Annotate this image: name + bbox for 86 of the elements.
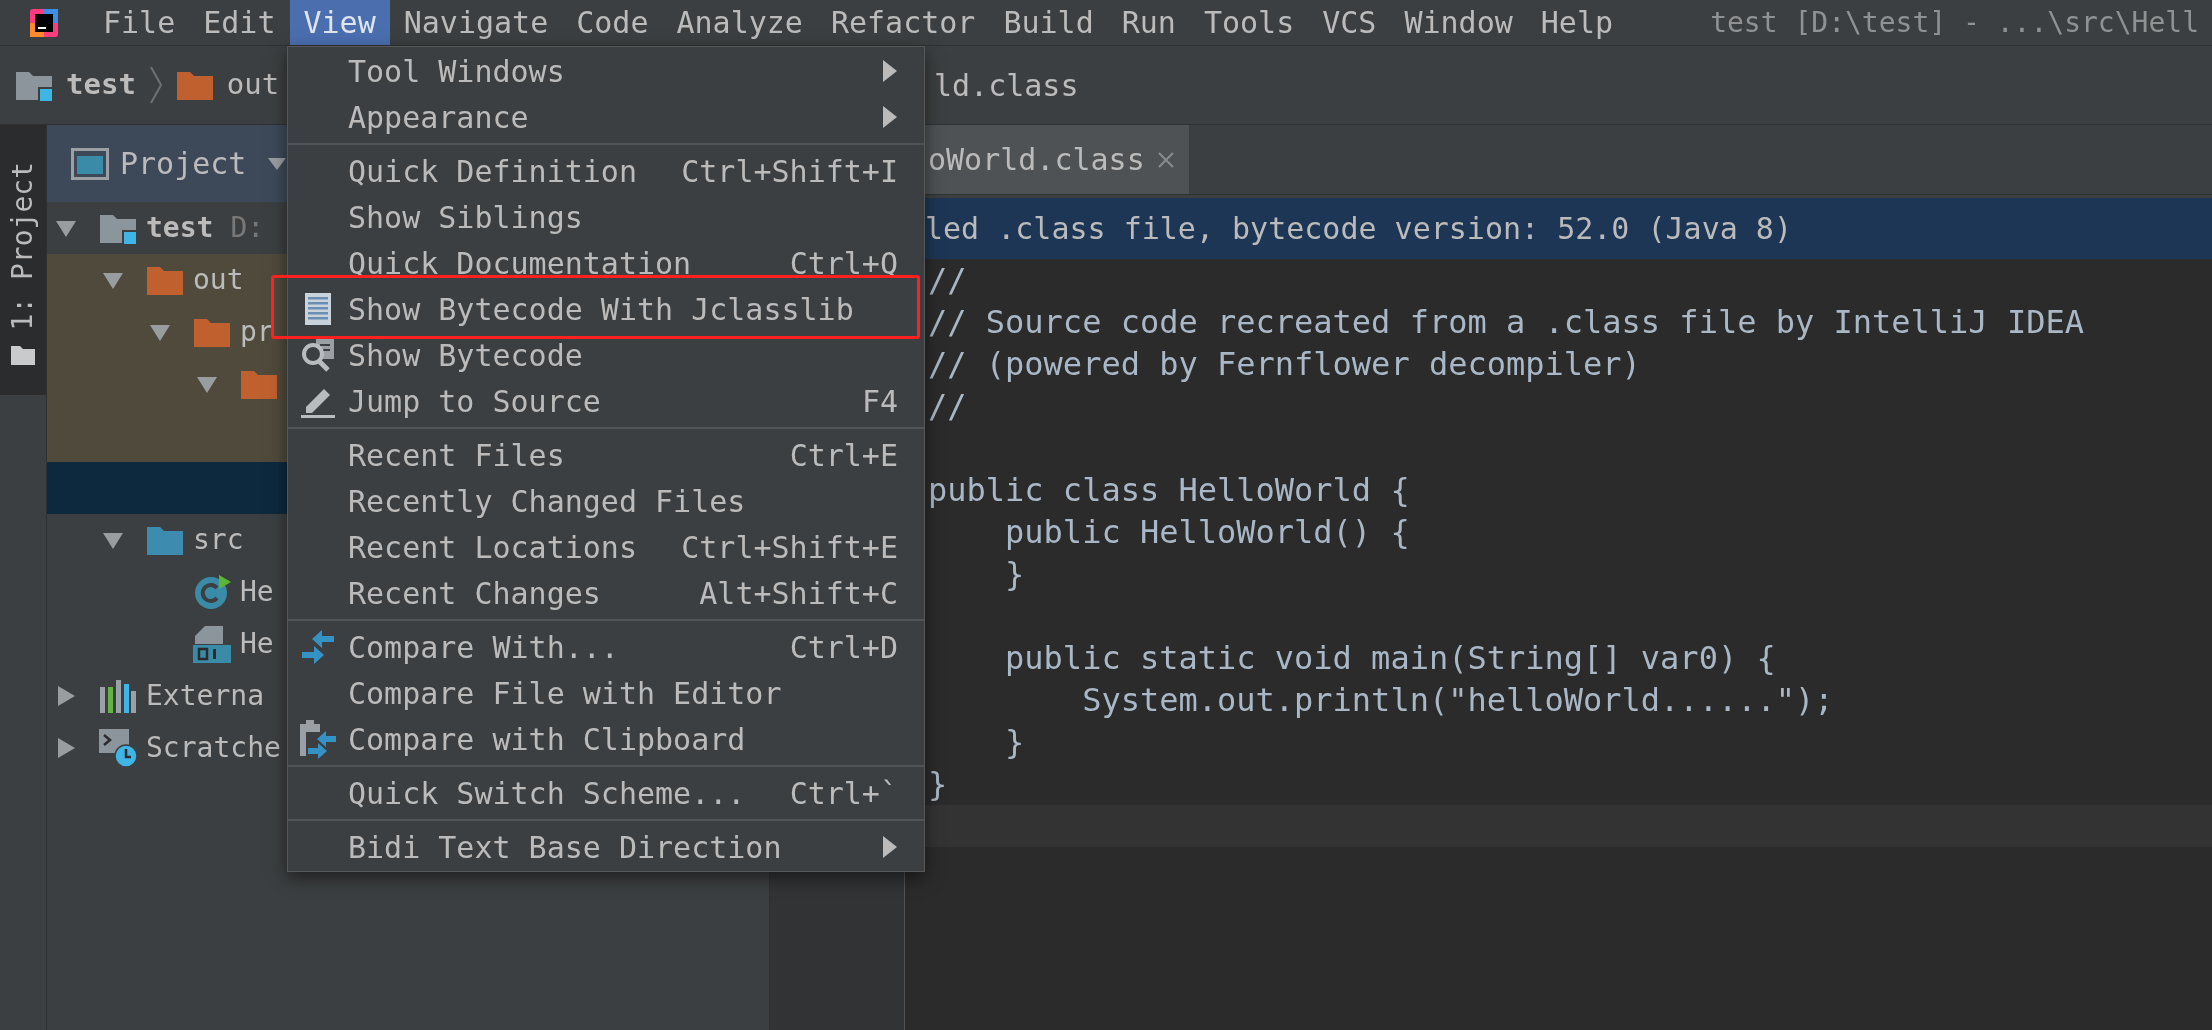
menu-item[interactable]: Compare with Clipboard	[288, 716, 924, 762]
menu-bar-item[interactable]: Help	[1526, 0, 1628, 45]
code-line: // (powered by Fernflower decompiler)	[927, 344, 1642, 385]
dropdown-caret-icon[interactable]	[268, 157, 287, 170]
menu-item[interactable]: Quick Switch Scheme... Ctrl+`	[288, 770, 924, 816]
menu-bar-item[interactable]: Analyze	[662, 0, 817, 45]
submenu-arrow-icon	[882, 835, 898, 859]
clipboard-arrows-icon	[298, 719, 338, 759]
shortcut-label: Ctrl+Shift+E	[681, 528, 898, 567]
menu-item[interactable]: Compare With... Ctrl+D	[288, 624, 924, 670]
menu-bar-item[interactable]: Window	[1390, 0, 1527, 45]
collapse-arrow-icon[interactable]	[56, 218, 76, 238]
tree-item-label[interactable]: He	[240, 571, 274, 613]
breadcrumb-item[interactable]: test	[66, 63, 136, 107]
tree-item-label[interactable]: He	[240, 623, 274, 665]
chevron-icon	[148, 65, 163, 105]
code-line: }	[927, 764, 949, 805]
code-line: public HelloWorld() {	[1004, 512, 1411, 553]
class-icon	[193, 573, 231, 611]
tree-item-label[interactable]: test	[146, 207, 214, 249]
close-icon[interactable]	[1156, 150, 1175, 169]
tree-item-label[interactable]: out	[193, 259, 244, 301]
magnifier-document-icon	[300, 337, 336, 373]
code-line: }	[1004, 722, 1026, 763]
code-line: // Source code recreated from a .class file by IntelliJ IDEA	[927, 302, 2085, 343]
shortcut-label: Alt+Shift+C	[699, 574, 898, 613]
tree-item-label[interactable]: Scratche	[146, 727, 281, 769]
shortcut-label: Ctrl+Shift+I	[681, 152, 898, 191]
path-hint: D:	[230, 210, 265, 246]
collapse-arrow-icon[interactable]	[103, 270, 123, 290]
collapse-arrow-icon[interactable]	[197, 374, 217, 394]
menu-item[interactable]: Jump to Source F4	[288, 378, 924, 424]
menu-item[interactable]: Recent Changes Alt+Shift+C	[288, 570, 924, 616]
collapse-arrow-icon[interactable]	[103, 530, 123, 550]
menu-bar-item[interactable]: Refactor	[816, 0, 990, 45]
binary-document-icon	[305, 293, 331, 325]
window-icon	[71, 147, 109, 180]
code-line: }	[1004, 554, 1026, 595]
menu-bar-item[interactable]: View	[289, 0, 390, 45]
code-line: //	[927, 386, 968, 427]
window-title: test [D:\test] - ...\src\Hell	[1710, 4, 2200, 41]
menu-bar-item[interactable]: File	[89, 0, 190, 45]
submenu-arrow-icon	[882, 59, 898, 83]
menu-bar-item[interactable]: Tools	[1189, 0, 1309, 45]
submenu-arrow-icon	[882, 105, 898, 129]
menu-bar-item[interactable]: Navigate	[389, 0, 563, 45]
menu-bar-item[interactable]: Code	[562, 0, 663, 45]
code-line: //	[927, 260, 968, 301]
code-line: public class HelloWorld {	[927, 470, 1411, 511]
shortcut-label: Ctrl+D	[789, 628, 898, 667]
menu-item[interactable]: Show Bytecode With Jclasslib	[288, 286, 924, 332]
menu-bar-item[interactable]: VCS	[1308, 0, 1391, 45]
expand-arrow-icon[interactable]	[56, 686, 76, 706]
menu-bar-item[interactable]: Run	[1107, 0, 1190, 45]
menu-item[interactable]: Recently Changed Files	[288, 478, 924, 524]
shortcut-label: F4	[861, 382, 898, 421]
menu-item[interactable]: Appearance	[288, 94, 924, 140]
expand-arrow-icon[interactable]	[56, 738, 76, 758]
tree-item-label[interactable]: pr	[240, 311, 274, 353]
menu-bar-item[interactable]: Build	[989, 0, 1108, 45]
tool-window-tab[interactable]: 1: Project	[0, 125, 46, 395]
menu-bar-item[interactable]: Edit	[189, 0, 290, 45]
tree-item-label[interactable]: Externa	[146, 675, 264, 717]
arrows-icon	[300, 629, 336, 665]
menu-item[interactable]: Compare File with Editor	[288, 670, 924, 716]
menu-item[interactable]: Recent Files Ctrl+E	[288, 432, 924, 478]
menu-item[interactable]: Tool Windows	[288, 48, 924, 94]
menu-item[interactable]: Recent Locations Ctrl+Shift+E	[288, 524, 924, 570]
code-line: public static void main(String[] var0) {	[1004, 638, 1777, 679]
breadcrumb-item[interactable]: ld.class	[934, 62, 1079, 108]
shortcut-label: Ctrl+E	[789, 436, 898, 475]
code-line: System.out.println("helloWorld......");	[1081, 680, 1835, 721]
editor-tab[interactable]: oWorld.class	[925, 125, 1189, 194]
collapse-arrow-icon[interactable]	[150, 322, 170, 342]
binary-file-icon	[193, 625, 231, 663]
library-icon	[99, 679, 137, 713]
shortcut-label: Ctrl+`	[789, 774, 898, 813]
folder-icon	[11, 345, 35, 365]
menu-item[interactable]: Quick Definition Ctrl+Shift+I	[288, 148, 924, 194]
terminal-clock-icon	[98, 728, 138, 768]
app-logo-icon[interactable]	[30, 8, 58, 37]
breadcrumb-item[interactable]: out	[226, 63, 280, 107]
panel-title: Project	[120, 145, 247, 183]
tree-item-label[interactable]: src	[193, 519, 244, 561]
menu-item[interactable]: Bidi Text Base Direction	[288, 824, 924, 870]
menu-item[interactable]: Show Bytecode	[288, 332, 924, 378]
